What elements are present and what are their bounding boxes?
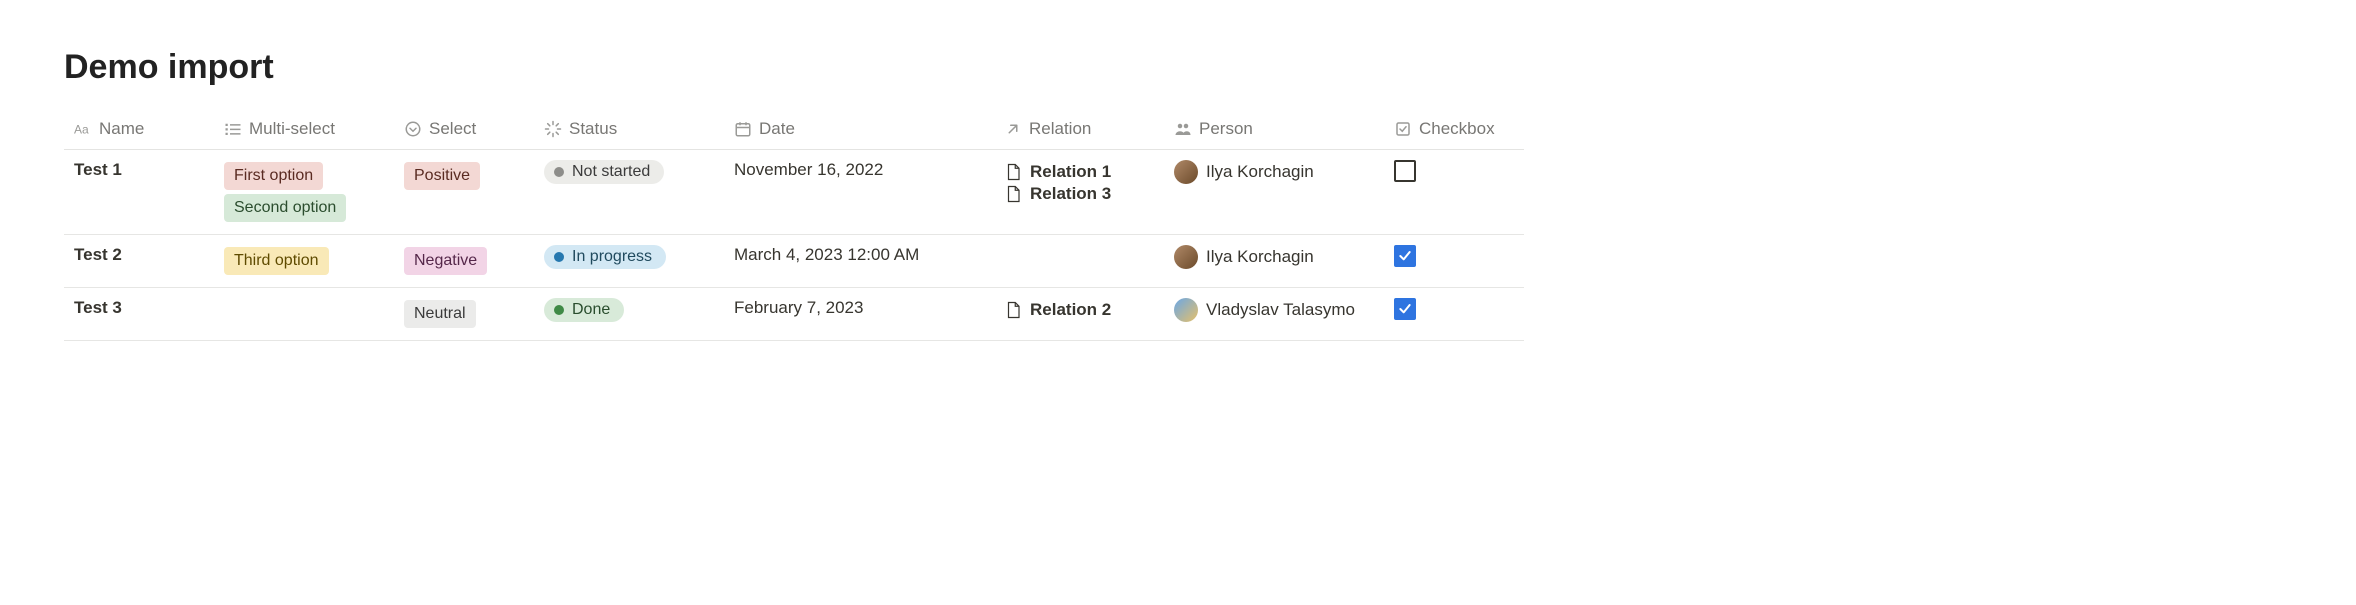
person-cell[interactable]: Vladyslav Talasymo (1164, 288, 1384, 341)
page-icon (1004, 162, 1022, 182)
svg-text:Aa: Aa (74, 123, 89, 137)
multi-select-tag: First option (224, 162, 323, 190)
checkbox-cell[interactable] (1384, 235, 1524, 288)
date-cell[interactable]: February 7, 2023 (724, 288, 994, 341)
column-header-person[interactable]: Person (1164, 111, 1384, 150)
relation-item[interactable]: Relation 3 (1004, 184, 1154, 204)
column-header-checkbox[interactable]: Checkbox (1384, 111, 1524, 150)
arrow-up-right-icon (1004, 120, 1022, 138)
checkbox-cell[interactable] (1384, 150, 1524, 235)
avatar (1174, 245, 1198, 269)
multi-select-tag: Third option (224, 247, 329, 275)
checkbox-icon (1394, 120, 1412, 138)
list-icon (224, 120, 242, 138)
column-header-name[interactable]: Aa Name (64, 111, 214, 150)
checkbox-cell[interactable] (1384, 288, 1524, 341)
status-label: Done (572, 301, 610, 319)
relation-item[interactable]: Relation 1 (1004, 162, 1154, 182)
chevron-down-circle-icon (404, 120, 422, 138)
column-header-multi-select[interactable]: Multi-select (214, 111, 394, 150)
date-cell[interactable]: March 4, 2023 12:00 AM (724, 235, 994, 288)
people-icon (1174, 120, 1192, 138)
relation-cell[interactable] (994, 235, 1164, 288)
checkbox-input[interactable] (1394, 245, 1416, 267)
page-title: Demo import (64, 48, 2292, 87)
person-cell[interactable]: Ilya Korchagin (1164, 235, 1384, 288)
column-header-label: Checkbox (1419, 119, 1495, 139)
status-dot-icon (554, 167, 564, 177)
column-header-label: Multi-select (249, 119, 335, 139)
relation-label: Relation 1 (1030, 162, 1111, 182)
column-header-select[interactable]: Select (394, 111, 534, 150)
select-tag: Negative (404, 247, 487, 275)
status-pill: In progress (544, 245, 666, 269)
column-header-label: Relation (1029, 119, 1091, 139)
status-cell[interactable]: Not started (534, 150, 724, 235)
column-header-status[interactable]: Status (534, 111, 724, 150)
person-name: Ilya Korchagin (1206, 162, 1314, 182)
relation-cell[interactable]: Relation 1Relation 3 (994, 150, 1164, 235)
table-row[interactable]: Test 2 Third option Negative In progress Mar… (64, 235, 1524, 288)
text-icon: Aa (74, 120, 92, 138)
avatar (1174, 160, 1198, 184)
page-icon (1004, 300, 1022, 320)
status-cell[interactable]: In progress (534, 235, 724, 288)
check-icon (1397, 248, 1413, 264)
status-loader-icon (544, 120, 562, 138)
status-pill: Done (544, 298, 624, 322)
status-cell[interactable]: Done (534, 288, 724, 341)
status-label: In progress (572, 248, 652, 266)
status-pill: Not started (544, 160, 664, 184)
page-icon (1004, 184, 1022, 204)
column-header-label: Select (429, 119, 476, 139)
column-header-date[interactable]: Date (724, 111, 994, 150)
select-cell[interactable]: Neutral (394, 288, 534, 341)
name-cell[interactable]: Test 3 (64, 288, 214, 341)
name-cell[interactable]: Test 2 (64, 235, 214, 288)
status-dot-icon (554, 305, 564, 315)
database-table: Aa Name Multi-select (64, 111, 1524, 341)
column-header-label: Person (1199, 119, 1253, 139)
column-header-label: Date (759, 119, 795, 139)
multi-select-tag: Second option (224, 194, 346, 222)
multi-select-cell[interactable]: Third option (214, 235, 394, 288)
relation-cell[interactable]: Relation 2 (994, 288, 1164, 341)
checkbox-input[interactable] (1394, 160, 1416, 182)
select-tag: Positive (404, 162, 480, 190)
select-tag: Neutral (404, 300, 476, 328)
table-row[interactable]: Test 1 First option Second option Positive N… (64, 150, 1524, 235)
name-cell[interactable]: Test 1 (64, 150, 214, 235)
person-name: Vladyslav Talasymo (1206, 300, 1355, 320)
check-icon (1397, 301, 1413, 317)
column-header-relation[interactable]: Relation (994, 111, 1164, 150)
status-dot-icon (554, 252, 564, 262)
avatar (1174, 298, 1198, 322)
checkbox-input[interactable] (1394, 298, 1416, 320)
table-row[interactable]: Test 3 Neutral Done February 7, 2023 Relatio… (64, 288, 1524, 341)
person-name: Ilya Korchagin (1206, 247, 1314, 267)
person-cell[interactable]: Ilya Korchagin (1164, 150, 1384, 235)
column-header-label: Name (99, 119, 144, 139)
status-label: Not started (572, 163, 650, 181)
column-header-label: Status (569, 119, 617, 139)
date-cell[interactable]: November 16, 2022 (724, 150, 994, 235)
calendar-icon (734, 120, 752, 138)
select-cell[interactable]: Negative (394, 235, 534, 288)
relation-label: Relation 3 (1030, 184, 1111, 204)
multi-select-cell[interactable]: First option Second option (214, 150, 394, 235)
select-cell[interactable]: Positive (394, 150, 534, 235)
relation-item[interactable]: Relation 2 (1004, 300, 1154, 320)
relation-label: Relation 2 (1030, 300, 1111, 320)
multi-select-cell[interactable] (214, 288, 394, 341)
